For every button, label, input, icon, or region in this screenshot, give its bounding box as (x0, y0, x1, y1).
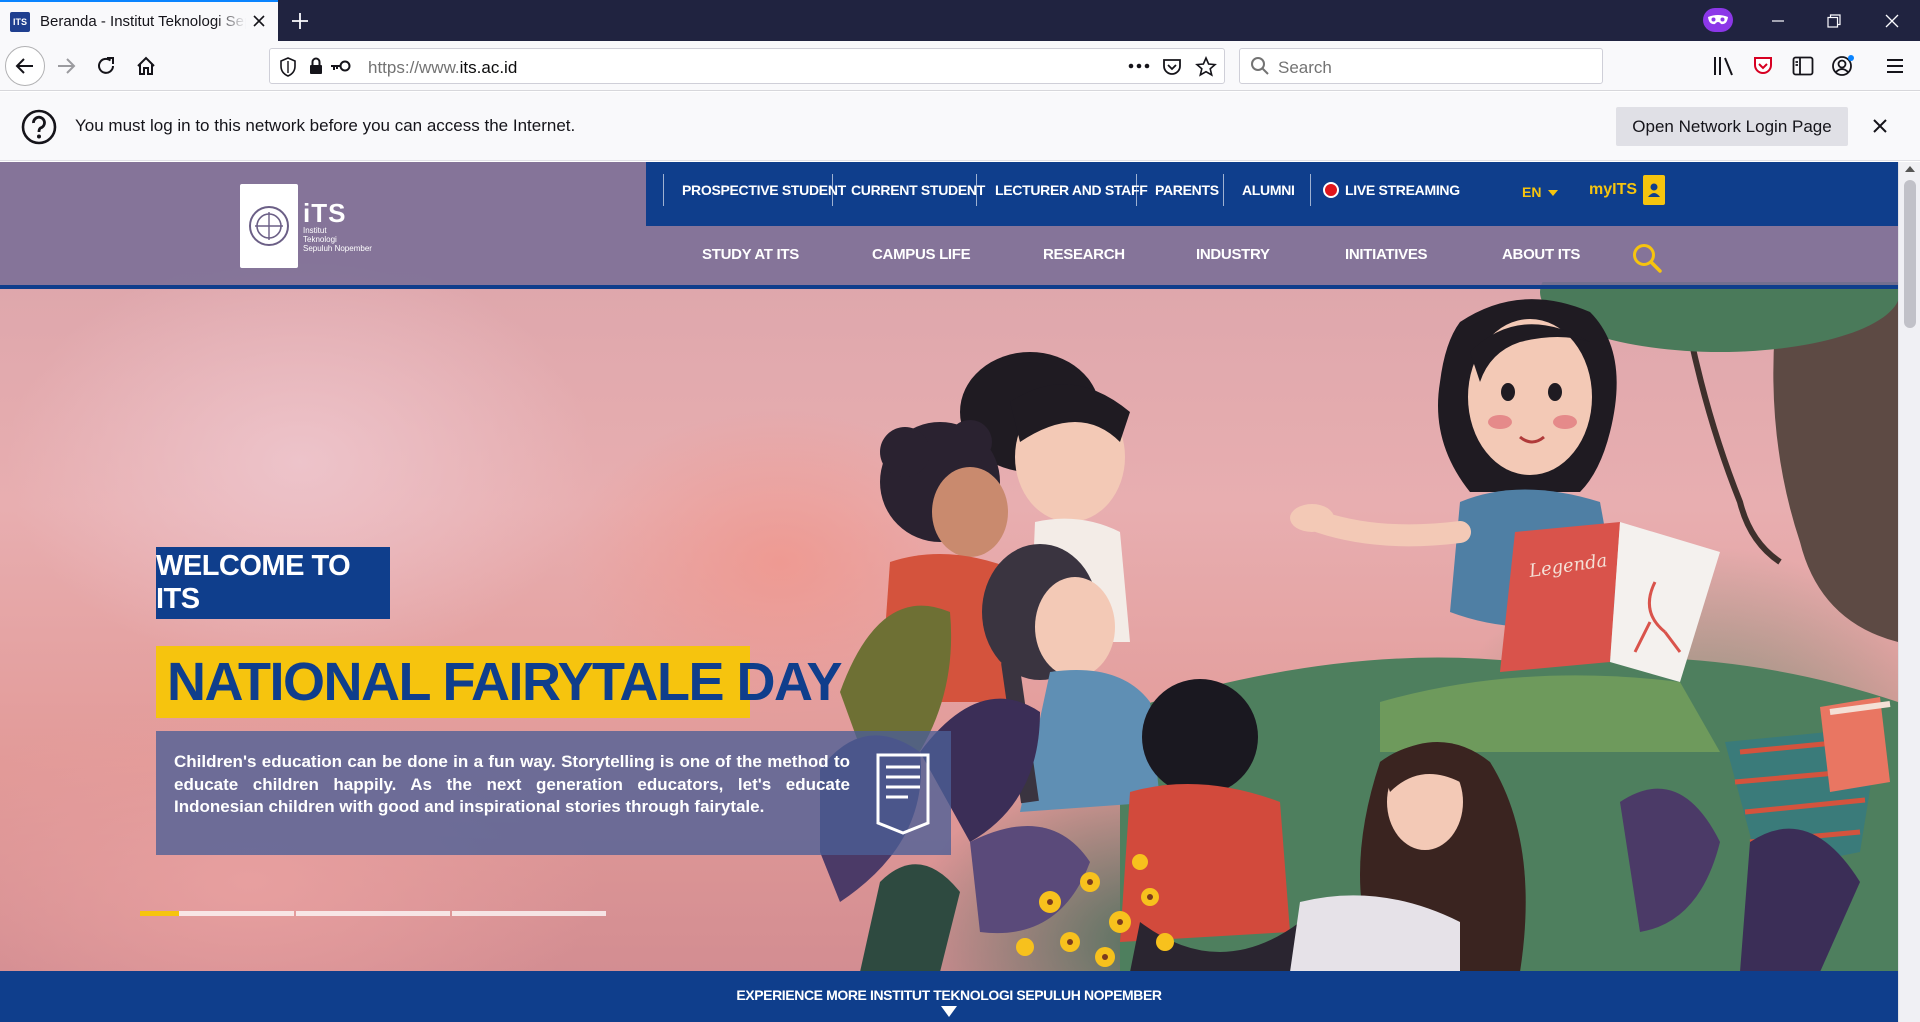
hero-description-box: Children's education can be done in a fu… (156, 731, 951, 855)
browser-toolbar: https://www.its.ac.id Search (0, 41, 1920, 91)
sidebar-button[interactable] (1790, 53, 1816, 79)
home-button[interactable] (128, 48, 164, 84)
reload-icon (98, 57, 114, 74)
question-mark-icon (21, 109, 57, 145)
captive-portal-notification: You must log in to this network before y… (0, 92, 1920, 161)
close-window-button[interactable] (1864, 0, 1920, 41)
key-permissions-icon[interactable] (330, 59, 352, 73)
user-badge-icon (1643, 175, 1666, 205)
page-scrollbar[interactable] (1898, 162, 1920, 1022)
open-network-login-button[interactable]: Open Network Login Page (1616, 107, 1848, 146)
tracking-protection-shield-icon[interactable] (279, 57, 297, 77)
home-icon (137, 56, 155, 75)
logo-subtitle-2: Teknologi (303, 234, 337, 244)
close-tab-icon[interactable] (250, 12, 268, 30)
live-streaming-label: LIVE STREAMING (1345, 182, 1460, 198)
live-record-icon (1323, 182, 1339, 198)
hero-description: Children's education can be done in a fu… (174, 752, 850, 816)
sidebar-icon (1792, 56, 1814, 76)
hamburger-menu-icon (1887, 59, 1903, 73)
plus-icon (292, 13, 308, 29)
nav-initiatives[interactable]: INITIATIVES (1345, 246, 1428, 263)
pocket-icon[interactable] (1162, 57, 1182, 77)
close-notification-icon[interactable] (1870, 116, 1890, 136)
forward-button[interactable] (48, 48, 84, 84)
nav-alumni[interactable]: ALUMNI (1223, 174, 1295, 206)
browser-titlebar: ITS Beranda - Institut Teknologi Sepuluh… (0, 0, 1920, 41)
slide-indicator-2[interactable] (296, 911, 450, 916)
tab-title: Beranda - Institut Teknologi Sepuluh Nop… (40, 13, 246, 30)
hero-headline[interactable]: NATIONAL FAIRYTALE DAY (156, 646, 843, 718)
fairytale-illustration: Legenda (820, 282, 1898, 972)
scroll-up-icon[interactable] (1905, 166, 1915, 172)
nav-campus-life[interactable]: CAMPUS LIFE (872, 246, 971, 263)
logo-subtitle-3: Sepuluh Nopember (303, 243, 372, 253)
url-prefix: https://www. (368, 58, 460, 77)
site-header: iTS Institut Teknologi Sepuluh Nopember … (0, 162, 1898, 289)
language-selector[interactable]: EN (1522, 184, 1559, 200)
slide-progress-fill (140, 911, 179, 916)
nav-industry[interactable]: INDUSTRY (1196, 246, 1270, 263)
arrow-left-icon (15, 58, 33, 74)
audience-nav: PROSPECTIVE STUDENT CURRENT STUDENT LECT… (646, 162, 1898, 226)
page-actions-ellipsis-icon[interactable] (1128, 63, 1150, 69)
language-label: EN (1522, 184, 1542, 200)
minimize-icon (1772, 19, 1784, 22)
account-button[interactable] (1830, 53, 1856, 79)
logo-text: iTS Institut Teknologi Sepuluh Nopember (303, 200, 372, 253)
search-bar[interactable]: Search (1239, 48, 1603, 84)
nav-lecturer-and-staff[interactable]: LECTURER AND STAFF (976, 174, 1148, 206)
url-text: https://www.its.ac.id (368, 58, 517, 78)
experience-more-bar[interactable]: EXPERIENCE MORE INSTITUT TEKNOLOGI SEPUL… (0, 971, 1898, 1022)
caret-down-icon (1548, 190, 1559, 196)
notification-message: You must log in to this network before y… (75, 116, 576, 135)
experience-more-label: EXPERIENCE MORE INSTITUT TEKNOLOGI SEPUL… (736, 987, 1162, 1003)
close-window-icon (1885, 14, 1899, 27)
logo-title: iTS (303, 197, 347, 228)
arrow-down-icon (941, 1006, 957, 1017)
minimize-button[interactable] (1750, 0, 1806, 41)
nav-study-at-its[interactable]: STUDY AT ITS (702, 246, 799, 263)
nav-research[interactable]: RESEARCH (1043, 246, 1125, 263)
restore-icon (1827, 13, 1841, 28)
library-icon (1714, 57, 1733, 76)
arrow-right-icon (58, 58, 76, 74)
lock-icon[interactable] (308, 57, 324, 75)
site-search-icon[interactable] (1631, 242, 1663, 274)
back-button[interactable] (5, 46, 45, 86)
reload-button[interactable] (88, 48, 124, 84)
restore-button[interactable] (1806, 0, 1862, 41)
slide-indicator-3[interactable] (452, 911, 606, 916)
nav-live-streaming[interactable]: LIVE STREAMING (1310, 174, 1460, 206)
nav-about-its[interactable]: ABOUT ITS (1502, 246, 1580, 263)
scrollbar-thumb[interactable] (1904, 180, 1916, 328)
welcome-banner: WELCOME TO ITS (156, 547, 390, 619)
library-button[interactable] (1711, 53, 1737, 79)
pocket-toolbar-button[interactable] (1750, 53, 1776, 79)
account-icon (1832, 55, 1854, 76)
its-logo[interactable]: iTS Institut Teknologi Sepuluh Nopember (240, 184, 380, 268)
myits-login[interactable]: myITS (1589, 174, 1666, 206)
nav-prospective-student[interactable]: PROSPECTIVE STUDENT (663, 174, 846, 206)
pocket-toolbar-icon (1754, 57, 1772, 74)
bookmark-star-icon[interactable] (1195, 56, 1217, 78)
browser-tab-active[interactable]: ITS Beranda - Institut Teknologi Sepuluh… (0, 0, 278, 41)
myits-label: myITS (1589, 181, 1638, 198)
search-placeholder: Search (1278, 58, 1332, 77)
nav-parents[interactable]: PARENTS (1136, 174, 1219, 206)
web-page: Legenda iTS Institut Teknologi Sepuluh N… (0, 162, 1898, 1022)
search-icon (1251, 57, 1269, 75)
private-browsing-icon (1703, 8, 1733, 32)
nav-current-student[interactable]: CURRENT STUDENT (832, 174, 985, 206)
document-icon[interactable] (874, 753, 932, 835)
new-tab-button[interactable] (286, 8, 314, 34)
its-emblem-icon (240, 184, 298, 268)
menu-button[interactable] (1882, 53, 1908, 79)
its-favicon-icon: ITS (10, 11, 30, 32)
url-domain: its.ac.id (459, 58, 518, 77)
url-bar[interactable]: https://www.its.ac.id (269, 48, 1225, 84)
